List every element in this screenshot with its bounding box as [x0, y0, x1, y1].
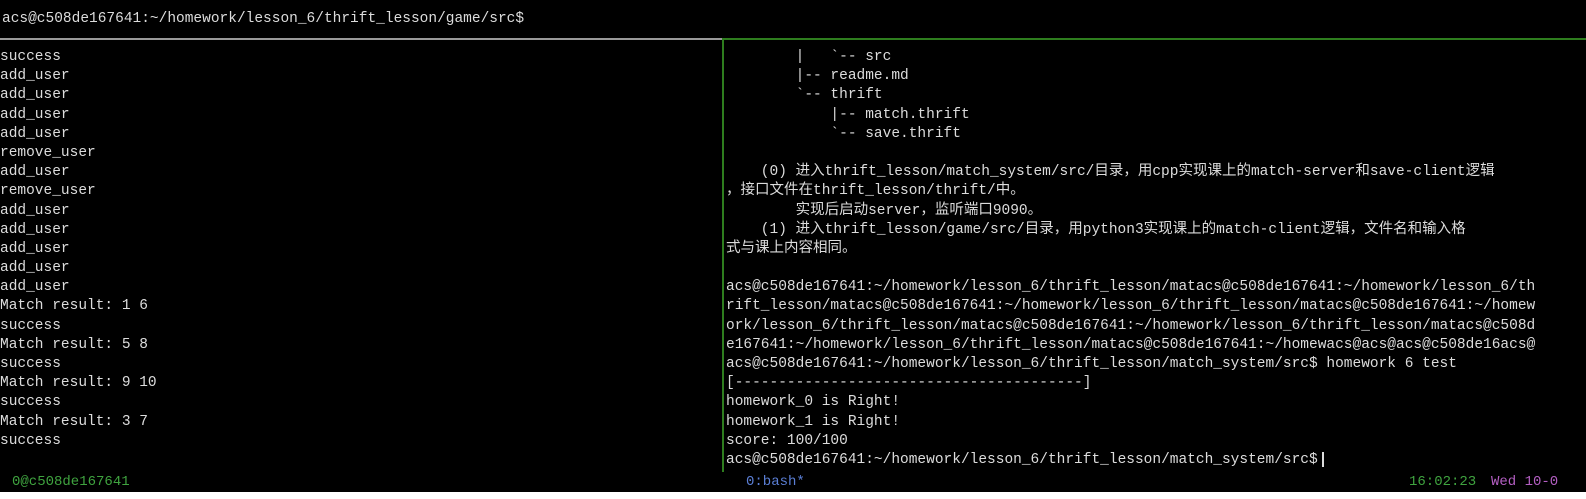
output-line: add_user	[0, 164, 70, 181]
pane-border-top-right	[724, 38, 1586, 40]
status-window-tab[interactable]: 0:bash*	[746, 472, 805, 492]
output-line: success	[0, 432, 61, 449]
output-line: add_user	[0, 221, 70, 238]
garbled-prompt-line: e167641:~/homework/lesson_6/thrift_lesso…	[726, 336, 1536, 353]
output-line: add_user	[0, 106, 70, 123]
window-bottom-edge	[0, 492, 1586, 499]
result-line: homework_0 is Right!	[726, 394, 901, 411]
tree-line: |-- match.thrift	[726, 106, 970, 123]
output-line: Match result: 3 7	[0, 413, 148, 430]
output-line: add_user	[0, 68, 70, 85]
garbled-prompt-line: rift_lesson/matacs@c508de167641:~/homewo…	[726, 298, 1536, 315]
pane-divider[interactable]	[722, 38, 724, 472]
pane-border-top-left	[0, 38, 722, 40]
current-prompt-line[interactable]: acs@c508de167641:~/homework/lesson_6/thr…	[726, 451, 1586, 470]
output-line: success	[0, 394, 61, 411]
instruction-line: (0) 进入thrift_lesson/match_system/src/目录，…	[726, 164, 1495, 181]
command-line: acs@c508de167641:~/homework/lesson_6/thr…	[726, 356, 1457, 372]
tmux-status-bar: 0@c508de167641 0:bash* 16:02:23 Wed 10-0	[0, 472, 1586, 492]
current-prompt: acs@c508de167641:~/homework/lesson_6/thr…	[726, 451, 1318, 468]
output-line: Match result: 5 8	[0, 336, 148, 353]
output-line: add_user	[0, 279, 70, 296]
tree-line: | `-- src	[726, 49, 892, 65]
tree-line: `-- save.thrift	[726, 125, 961, 142]
instruction-line: ，接口文件在thrift_lesson/thrift/中。	[726, 183, 1025, 200]
tree-line: `-- thrift	[726, 87, 883, 104]
garbled-prompt-line: acs@c508de167641:~/homework/lesson_6/thr…	[726, 279, 1536, 296]
output-line: add_user	[0, 240, 70, 257]
left-pane[interactable]: success add_user add_user add_user add_u…	[0, 48, 720, 473]
output-line: remove_user	[0, 144, 96, 161]
output-line: Match result: 9 10	[0, 375, 157, 392]
instruction-line: (1) 进入thrift_lesson/game/src/目录，用python3…	[726, 221, 1466, 238]
garbled-prompt-line: ork/lesson_6/thrift_lesson/matacs@c508de…	[726, 317, 1536, 334]
terminal-window[interactable]: acs@c508de167641:~/homework/lesson_6/thr…	[0, 0, 1586, 499]
tree-line: |-- readme.md	[726, 68, 909, 85]
output-line: success	[0, 356, 61, 372]
cursor-bar-icon	[1321, 451, 1324, 467]
status-time: 16:02:23	[1409, 474, 1477, 490]
instruction-line: 实现后启动server，监听端口9090。	[726, 202, 1043, 219]
output-line: add_user	[0, 260, 70, 277]
instruction-line: 式与课上内容相同。	[726, 240, 857, 257]
top-shell-prompt: acs@c508de167641:~/homework/lesson_6/thr…	[2, 11, 525, 27]
output-line: success	[0, 317, 61, 334]
status-date: Wed 10-0	[1491, 474, 1559, 490]
right-pane[interactable]: | `-- src |-- readme.md `-- thrift |-- m…	[726, 48, 1586, 473]
score-line: score: 100/100	[726, 432, 848, 449]
output-line: add_user	[0, 125, 70, 142]
result-line: homework_1 is Right!	[726, 413, 901, 430]
output-line: success	[0, 49, 61, 65]
output-line: add_user	[0, 87, 70, 104]
output-line: add_user	[0, 202, 70, 219]
output-line: remove_user	[0, 183, 96, 200]
progress-line: [---------------------------------------…	[726, 375, 1092, 392]
output-line: Match result: 1 6	[0, 298, 148, 315]
status-session: 0@c508de167641	[12, 474, 130, 490]
